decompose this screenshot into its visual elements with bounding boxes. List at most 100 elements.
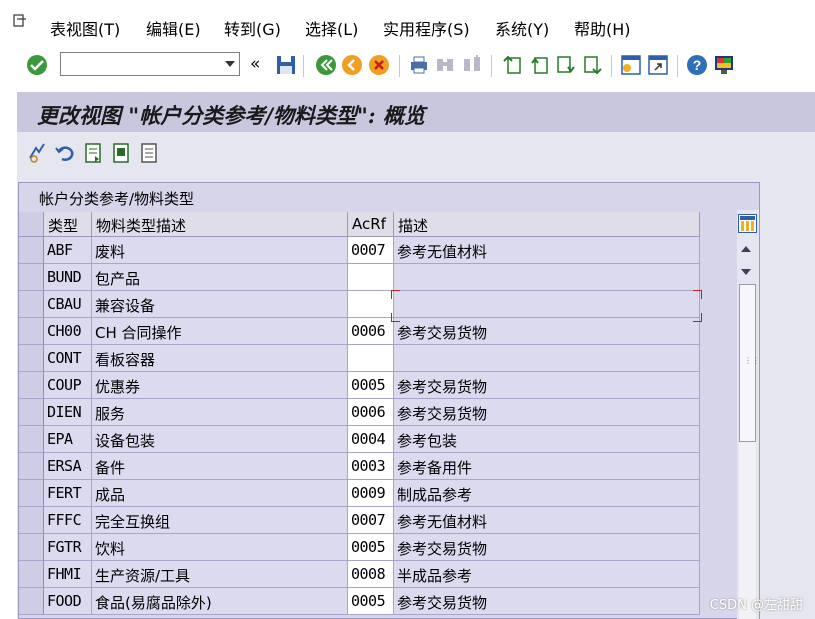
- table-row: COUP 优惠券 0005 参考交易货物: [19, 372, 700, 399]
- menu-selection[interactable]: 选择(L): [305, 16, 358, 40]
- menu-edit[interactable]: 编辑(E): [146, 16, 201, 40]
- row-selector[interactable]: [19, 318, 44, 345]
- chevron-down-icon[interactable]: [225, 61, 235, 67]
- row-selector[interactable]: [19, 237, 44, 264]
- acrf-desc-cell: 参考交易货物: [394, 372, 700, 399]
- column-header-desc-label: 物料类型描述: [96, 217, 187, 235]
- table-row: EPA 设备包装 0004 参考包装: [19, 426, 700, 453]
- row-selector[interactable]: [19, 534, 44, 561]
- menu-help[interactable]: 帮助(H): [574, 16, 631, 40]
- material-type-cell: EPA: [44, 426, 92, 453]
- scroll-down-icon[interactable]: [741, 269, 751, 275]
- find-icon[interactable]: [433, 53, 457, 77]
- menu-system[interactable]: 系统(Y): [495, 16, 549, 40]
- table-row: FERT 成品 0009 制成品参考: [19, 480, 700, 507]
- deselect-all-icon[interactable]: [139, 142, 161, 164]
- row-selector[interactable]: [19, 399, 44, 426]
- table-row: FOOD 食品(易腐品除外) 0005 参考交易货物: [19, 588, 700, 615]
- row-selector[interactable]: [19, 345, 44, 372]
- acrf-input[interactable]: 0005: [348, 534, 394, 561]
- shortcut-icon[interactable]: [646, 53, 670, 77]
- column-header-type[interactable]: 类型: [44, 212, 92, 237]
- row-selector[interactable]: [19, 588, 44, 615]
- print-icon[interactable]: [407, 53, 431, 77]
- acrf-input[interactable]: 0006: [348, 399, 394, 426]
- material-type-desc-cell: 包产品: [92, 264, 348, 291]
- acrf-input[interactable]: 0005: [348, 372, 394, 399]
- toolbar-separator: [303, 55, 304, 77]
- acrf-input[interactable]: 0008: [348, 561, 394, 588]
- material-type-cell: ABF: [44, 237, 92, 264]
- last-page-icon[interactable]: [581, 53, 605, 77]
- next-page-icon[interactable]: [554, 53, 578, 77]
- acrf-input[interactable]: 0007: [348, 507, 394, 534]
- acrf-desc-cell: 参考包装: [394, 426, 700, 453]
- material-type-desc-cell: 看板容器: [92, 345, 348, 372]
- material-type-desc-cell: 备件: [92, 453, 348, 480]
- save-icon[interactable]: [274, 53, 298, 77]
- acrf-desc-cell: 参考交易货物: [394, 588, 700, 615]
- menu-table-view[interactable]: 表视图(T): [50, 16, 120, 40]
- row-selector[interactable]: [19, 480, 44, 507]
- prev-page-icon[interactable]: [527, 53, 551, 77]
- material-type-desc-cell: 完全互换组: [92, 507, 348, 534]
- row-selector[interactable]: [19, 264, 44, 291]
- acrf-input[interactable]: [348, 264, 394, 291]
- select-all-column-header[interactable]: [19, 212, 44, 237]
- menu-utilities[interactable]: 实用程序(S): [383, 16, 470, 40]
- table-row: CONT 看板容器: [19, 345, 700, 372]
- column-header-acrf[interactable]: AcRf: [348, 212, 394, 237]
- check-icon[interactable]: [25, 53, 49, 77]
- acrf-input[interactable]: 0003: [348, 453, 394, 480]
- acrf-desc-cell: 参考交易货物: [394, 534, 700, 561]
- watermark: CSDN @左甜甜: [709, 598, 803, 613]
- material-type-cell: FHMI: [44, 561, 92, 588]
- scroll-up-icon[interactable]: [741, 246, 751, 252]
- row-selector[interactable]: [19, 453, 44, 480]
- table-row: DIEN 服务 0006 参考交易货物: [19, 399, 700, 426]
- customize-icon[interactable]: [712, 53, 736, 77]
- acrf-input[interactable]: [348, 291, 394, 318]
- create-session-icon[interactable]: [619, 53, 643, 77]
- material-type-cell: COUP: [44, 372, 92, 399]
- acrf-input[interactable]: [348, 345, 394, 372]
- select-block-icon[interactable]: [111, 142, 133, 164]
- table-row: ERSA 备件 0003 参考备用件: [19, 453, 700, 480]
- material-type-desc-cell: 食品(易腐品除外): [92, 588, 348, 615]
- help-icon[interactable]: ?: [685, 53, 709, 77]
- acrf-input[interactable]: 0007: [348, 237, 394, 264]
- undo-icon[interactable]: [54, 142, 76, 164]
- row-selector[interactable]: [19, 507, 44, 534]
- focus-corner: [391, 313, 400, 322]
- toolbar-separator: [399, 55, 400, 77]
- display-change-icon[interactable]: [27, 142, 49, 164]
- green-back-icon[interactable]: [314, 53, 338, 77]
- acrf-input[interactable]: 0004: [348, 426, 394, 453]
- material-type-cell: FGTR: [44, 534, 92, 561]
- double-chevron-left-icon[interactable]: «: [250, 54, 260, 74]
- acrf-input[interactable]: 0009: [348, 480, 394, 507]
- table-row: BUND 包产品: [19, 264, 700, 291]
- exit-icon[interactable]: [340, 53, 364, 77]
- toolbar-separator: [611, 55, 612, 77]
- find-next-icon[interactable]: [460, 53, 484, 77]
- row-selector[interactable]: [19, 561, 44, 588]
- cancel-icon[interactable]: [367, 53, 391, 77]
- acrf-input[interactable]: 0005: [348, 588, 394, 615]
- title-bar: 更改视图 "帐户分类参考/物料类型": 概览: [17, 92, 815, 132]
- row-selector[interactable]: [19, 372, 44, 399]
- window-menu-icon[interactable]: [13, 14, 27, 28]
- column-header-acrf-desc[interactable]: 描述: [394, 212, 700, 237]
- row-selector[interactable]: [19, 426, 44, 453]
- first-page-icon[interactable]: [500, 53, 524, 77]
- acrf-desc-cell: 制成品参考: [394, 480, 700, 507]
- column-header-desc[interactable]: 物料类型描述: [92, 212, 348, 237]
- material-type-desc-cell: CH 合同操作: [92, 318, 348, 345]
- select-all-icon[interactable]: [83, 142, 105, 164]
- acrf-input[interactable]: 0006: [348, 318, 394, 345]
- command-field[interactable]: [60, 52, 240, 76]
- table-settings-icon[interactable]: [738, 214, 757, 233]
- table-row: ABF 废料 0007 参考无值材料: [19, 237, 700, 264]
- row-selector[interactable]: [19, 291, 44, 318]
- menu-goto[interactable]: 转到(G): [224, 16, 281, 40]
